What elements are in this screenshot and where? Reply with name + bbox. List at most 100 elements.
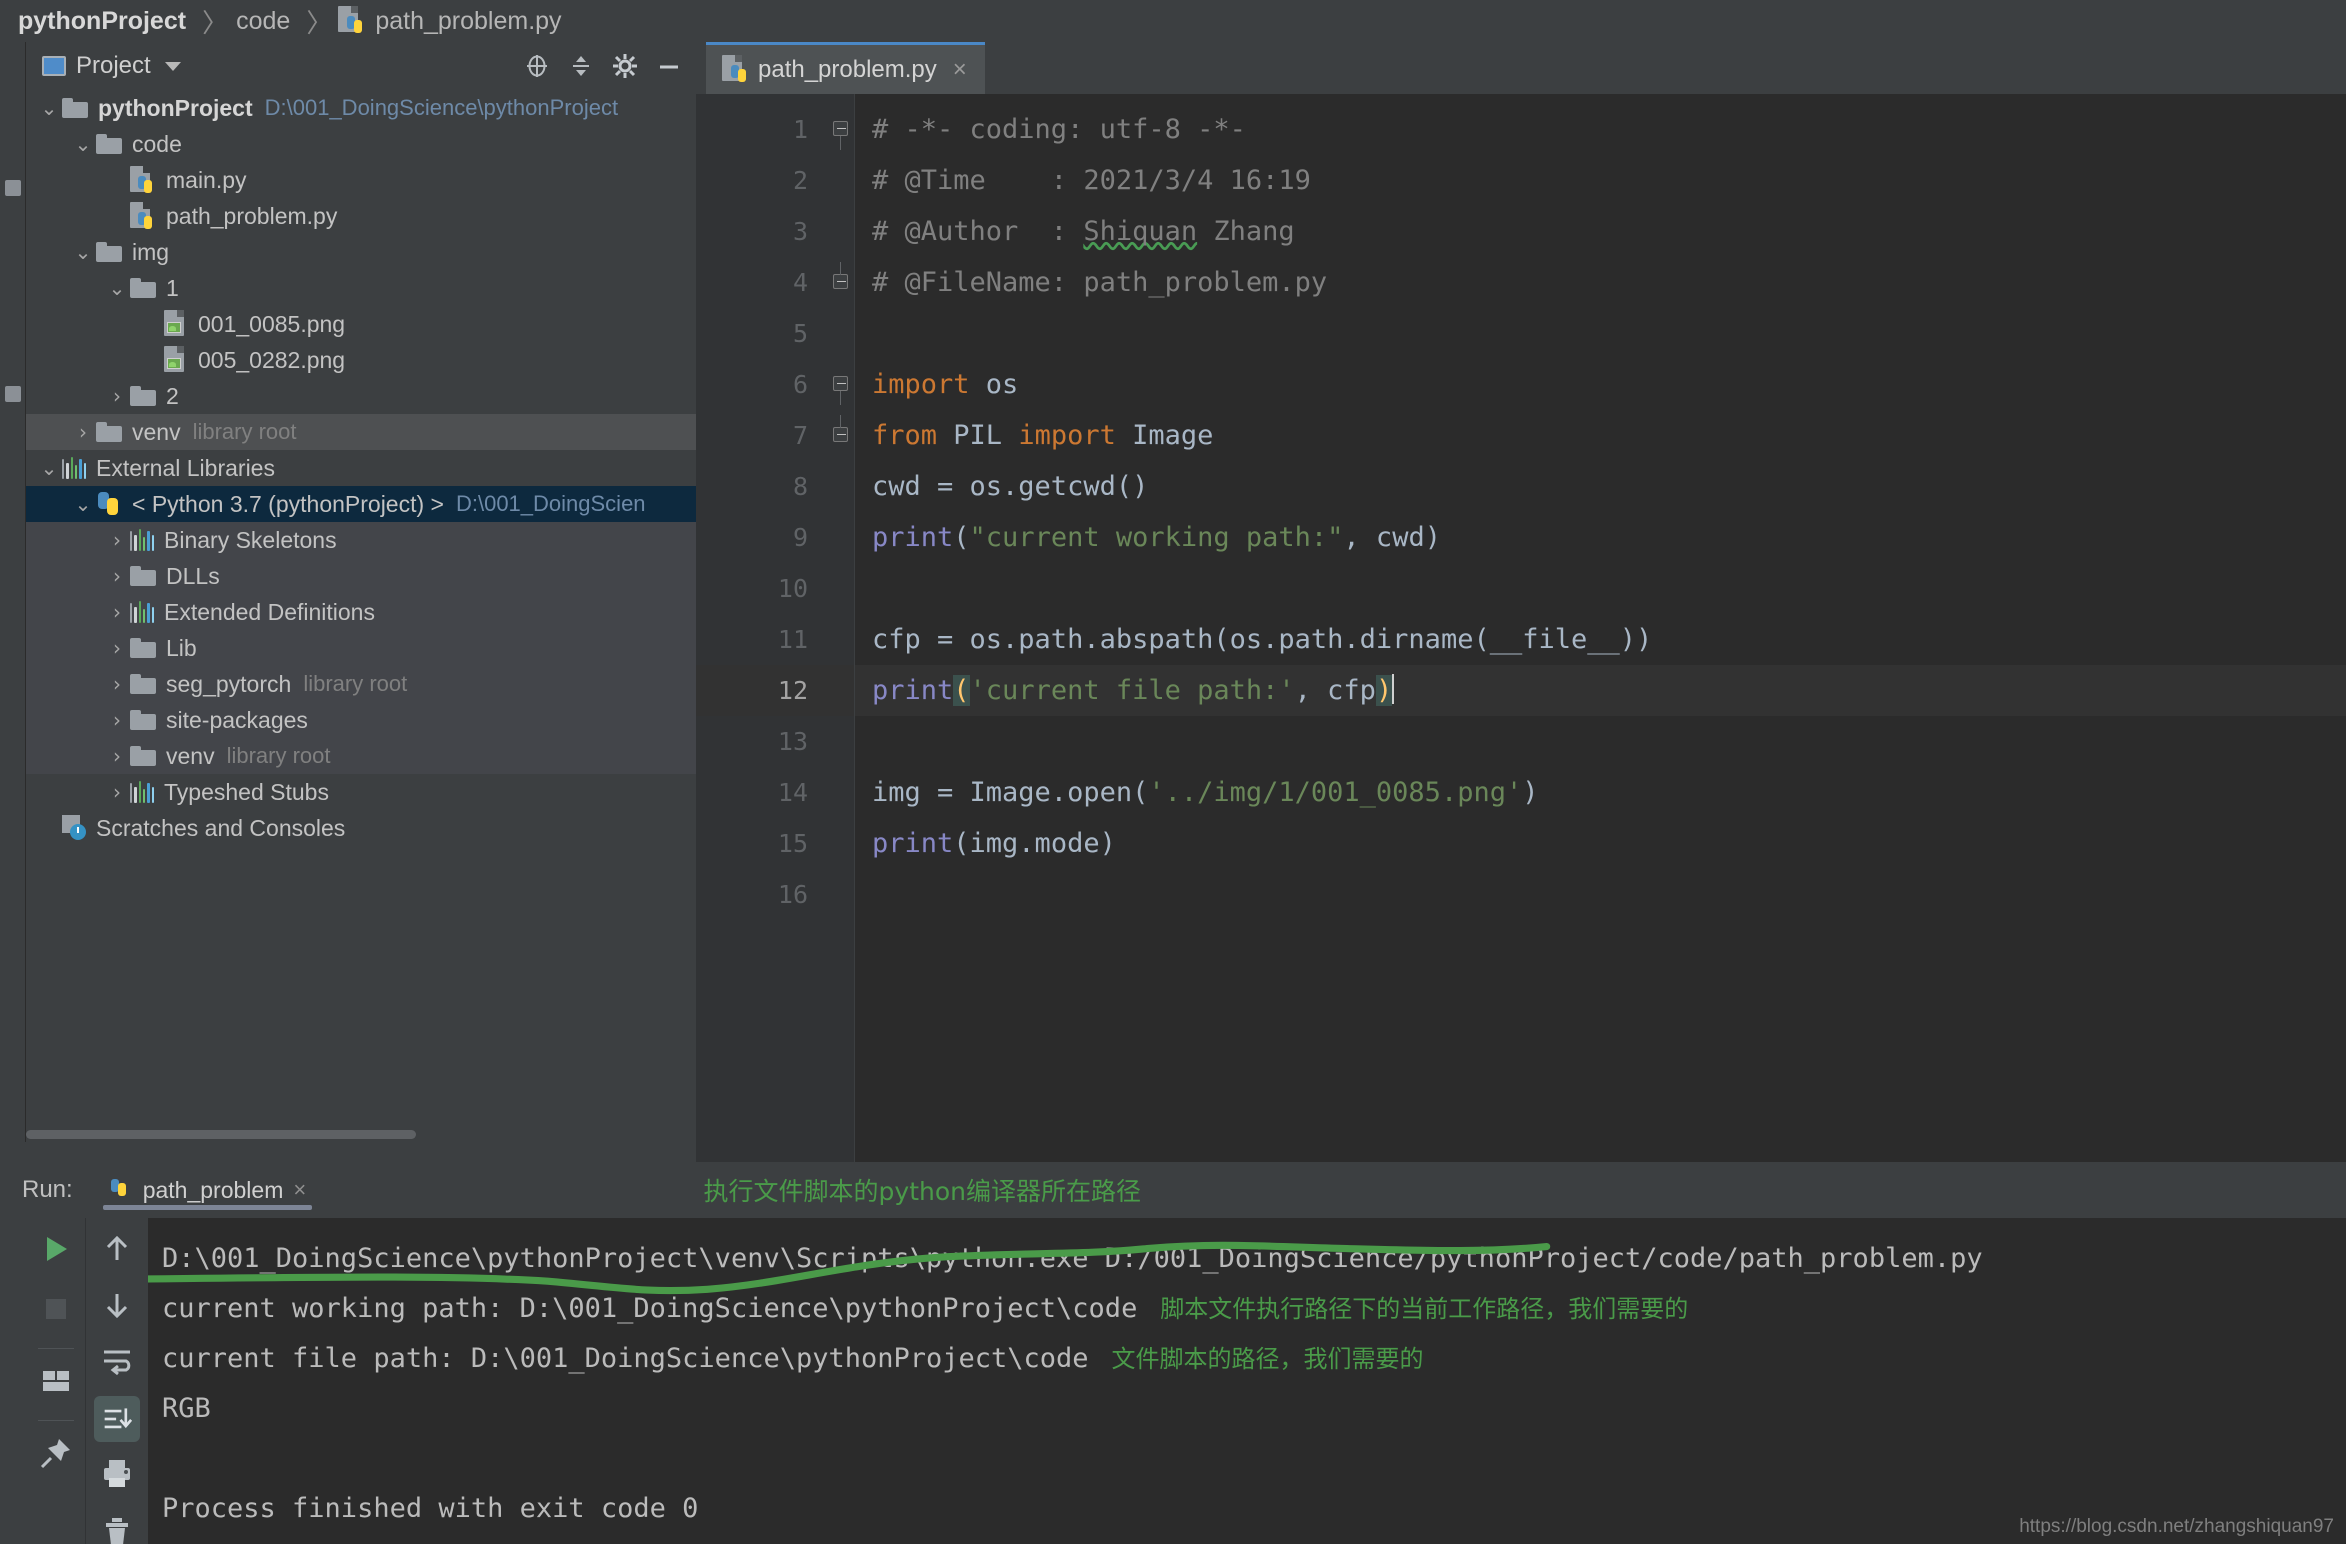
code-token: # @Author : bbox=[872, 216, 1083, 247]
fold-toggle-icon[interactable] bbox=[833, 376, 848, 391]
gear-icon[interactable] bbox=[612, 53, 638, 79]
tree-row[interactable]: ⌄< Python 3.7 (pythonProject) >D:\001_Do… bbox=[26, 486, 696, 522]
watermark: https://blog.csdn.net/zhangshiquan97 bbox=[2019, 1516, 2334, 1538]
code-line[interactable]: from PIL import Image bbox=[872, 410, 1213, 461]
chevron-right-icon[interactable]: › bbox=[104, 708, 130, 732]
tree-row-label: Scratches and Consoles bbox=[96, 815, 345, 842]
chevron-right-icon[interactable]: › bbox=[104, 672, 130, 696]
print-icon[interactable] bbox=[100, 1456, 134, 1495]
tree-row[interactable]: ⌄1 bbox=[26, 270, 696, 306]
tree-row[interactable]: ›venvlibrary root bbox=[26, 414, 696, 450]
tree-row[interactable]: ›DLLs bbox=[26, 558, 696, 594]
project-tree[interactable]: ⌄pythonProjectD:\001_DoingScience\python… bbox=[26, 90, 696, 1142]
code-line[interactable]: print("current working path:", cwd) bbox=[872, 512, 1441, 563]
locate-icon[interactable] bbox=[524, 53, 550, 79]
trash-icon[interactable] bbox=[100, 1514, 134, 1544]
chevron-down-icon[interactable] bbox=[165, 62, 181, 71]
code-token: '../img/1/001_0085.png' bbox=[1148, 777, 1522, 808]
chevron-down-icon[interactable]: ⌄ bbox=[70, 492, 96, 516]
chevron-right-icon[interactable]: › bbox=[70, 420, 96, 444]
code-token: ( bbox=[953, 522, 969, 553]
fold-toggle-icon[interactable] bbox=[833, 121, 848, 136]
project-window-icon bbox=[42, 56, 66, 76]
project-title-group[interactable]: Project bbox=[42, 52, 181, 80]
line-number: 13 bbox=[778, 716, 808, 767]
scrollbar-thumb[interactable] bbox=[26, 1130, 416, 1139]
chevron-right-icon[interactable]: › bbox=[104, 744, 130, 768]
stop-icon[interactable] bbox=[39, 1292, 73, 1331]
chevron-right-icon[interactable]: › bbox=[104, 600, 130, 624]
scroll-to-end-icon[interactable] bbox=[94, 1396, 140, 1442]
code-line[interactable]: cwd = os.getcwd() bbox=[872, 461, 1148, 512]
tree-row[interactable]: ›Typeshed Stubs bbox=[26, 774, 696, 810]
tree-row[interactable]: path_problem.py bbox=[26, 198, 696, 234]
breadcrumb-item-code[interactable]: code bbox=[234, 7, 300, 36]
breadcrumb-item-file[interactable]: path_problem.py bbox=[338, 6, 571, 36]
tree-row[interactable]: 001_0085.png bbox=[26, 306, 696, 342]
python-file-icon bbox=[130, 201, 156, 231]
code-editor[interactable]: 12345678910111213141516 # -*- coding: ut… bbox=[696, 94, 2346, 1162]
close-icon[interactable]: × bbox=[953, 56, 967, 84]
up-arrow-icon[interactable] bbox=[100, 1232, 134, 1271]
minimize-icon[interactable] bbox=[656, 53, 682, 79]
tab-path-problem-py[interactable]: path_problem.py × bbox=[706, 42, 985, 94]
code-line[interactable]: # @Author : Shiquan Zhang bbox=[872, 206, 1295, 257]
tree-row[interactable]: Scratches and Consoles bbox=[26, 810, 696, 846]
tree-row[interactable]: ⌄img bbox=[26, 234, 696, 270]
chevron-down-icon[interactable]: ⌄ bbox=[70, 240, 96, 264]
code-token: Image bbox=[1116, 420, 1214, 451]
code-line[interactable]: cfp = os.path.abspath(os.path.dirname(__… bbox=[872, 614, 1652, 665]
chevron-down-icon[interactable]: ⌄ bbox=[36, 456, 62, 480]
chevron-right-icon[interactable]: › bbox=[104, 780, 130, 804]
scratches-icon bbox=[62, 815, 88, 841]
code-line[interactable]: import os bbox=[872, 359, 1018, 410]
fold-gutter[interactable] bbox=[826, 94, 854, 1162]
close-icon[interactable]: × bbox=[293, 1177, 306, 1203]
down-arrow-icon[interactable] bbox=[100, 1288, 134, 1327]
tree-row-label: Binary Skeletons bbox=[164, 527, 337, 554]
run-icon[interactable] bbox=[39, 1232, 73, 1271]
breadcrumb: pythonProject 〉 code 〉 path_problem.py bbox=[0, 0, 2346, 42]
tree-row[interactable]: ›Lib bbox=[26, 630, 696, 666]
code-line[interactable]: print(img.mode) bbox=[872, 818, 1116, 869]
soft-wrap-icon[interactable] bbox=[100, 1344, 134, 1383]
chevron-right-icon[interactable]: › bbox=[104, 384, 130, 408]
tree-row[interactable]: ›seg_pytorchlibrary root bbox=[26, 666, 696, 702]
tree-row[interactable]: › Extended Definitions bbox=[26, 594, 696, 630]
code-line[interactable]: img = Image.open('../img/1/001_0085.png'… bbox=[872, 767, 1538, 818]
chevron-right-icon[interactable]: › bbox=[104, 636, 130, 660]
tree-row[interactable]: ⌄External Libraries bbox=[26, 450, 696, 486]
tree-row[interactable]: ⌄code bbox=[26, 126, 696, 162]
tree-row[interactable]: ›site-packages bbox=[26, 702, 696, 738]
fold-toggle-icon[interactable] bbox=[833, 427, 848, 442]
code-content[interactable]: # -*- coding: utf-8 -*-# @Time : 2021/3/… bbox=[854, 94, 2346, 1162]
line-number: 12 bbox=[778, 665, 808, 716]
code-line[interactable]: # -*- coding: utf-8 -*- bbox=[872, 104, 1246, 155]
project-tree-hscrollbar[interactable] bbox=[26, 1128, 696, 1140]
chevron-down-icon[interactable]: ⌄ bbox=[36, 96, 62, 120]
collapse-all-icon[interactable] bbox=[568, 53, 594, 79]
run-tab-path-problem[interactable]: path_problem × bbox=[95, 1162, 321, 1218]
tree-row-label: Extended Definitions bbox=[164, 599, 375, 626]
tree-row[interactable]: ⌄pythonProjectD:\001_DoingScience\python… bbox=[26, 90, 696, 126]
tree-row[interactable]: 005_0282.png bbox=[26, 342, 696, 378]
chevron-down-icon[interactable]: ⌄ bbox=[104, 276, 130, 300]
chevron-right-icon[interactable]: › bbox=[104, 564, 130, 588]
tree-row[interactable]: › Binary Skeletons bbox=[26, 522, 696, 558]
tree-row[interactable]: ›venvlibrary root bbox=[26, 738, 696, 774]
code-token: os bbox=[970, 369, 1019, 400]
code-line[interactable]: # @Time : 2021/3/4 16:19 bbox=[872, 155, 1311, 206]
pin-icon[interactable] bbox=[39, 1436, 73, 1475]
code-line[interactable]: print('current file path:', cfp) bbox=[872, 665, 1394, 716]
tree-row[interactable]: main.py bbox=[26, 162, 696, 198]
run-console-output[interactable]: D:\001_DoingScience\pythonProject\venv\S… bbox=[148, 1218, 2346, 1544]
chevron-down-icon[interactable]: ⌄ bbox=[70, 132, 96, 156]
fold-toggle-icon[interactable] bbox=[833, 274, 848, 289]
chevron-right-icon[interactable]: › bbox=[104, 528, 130, 552]
project-strip-icon bbox=[5, 180, 21, 196]
breadcrumb-item-project[interactable]: pythonProject bbox=[14, 7, 196, 36]
code-line[interactable]: # @FileName: path_problem.py bbox=[872, 257, 1327, 308]
tab-label: path_problem.py bbox=[758, 56, 937, 84]
tree-row[interactable]: ›2 bbox=[26, 378, 696, 414]
layout-icon[interactable] bbox=[39, 1364, 73, 1403]
